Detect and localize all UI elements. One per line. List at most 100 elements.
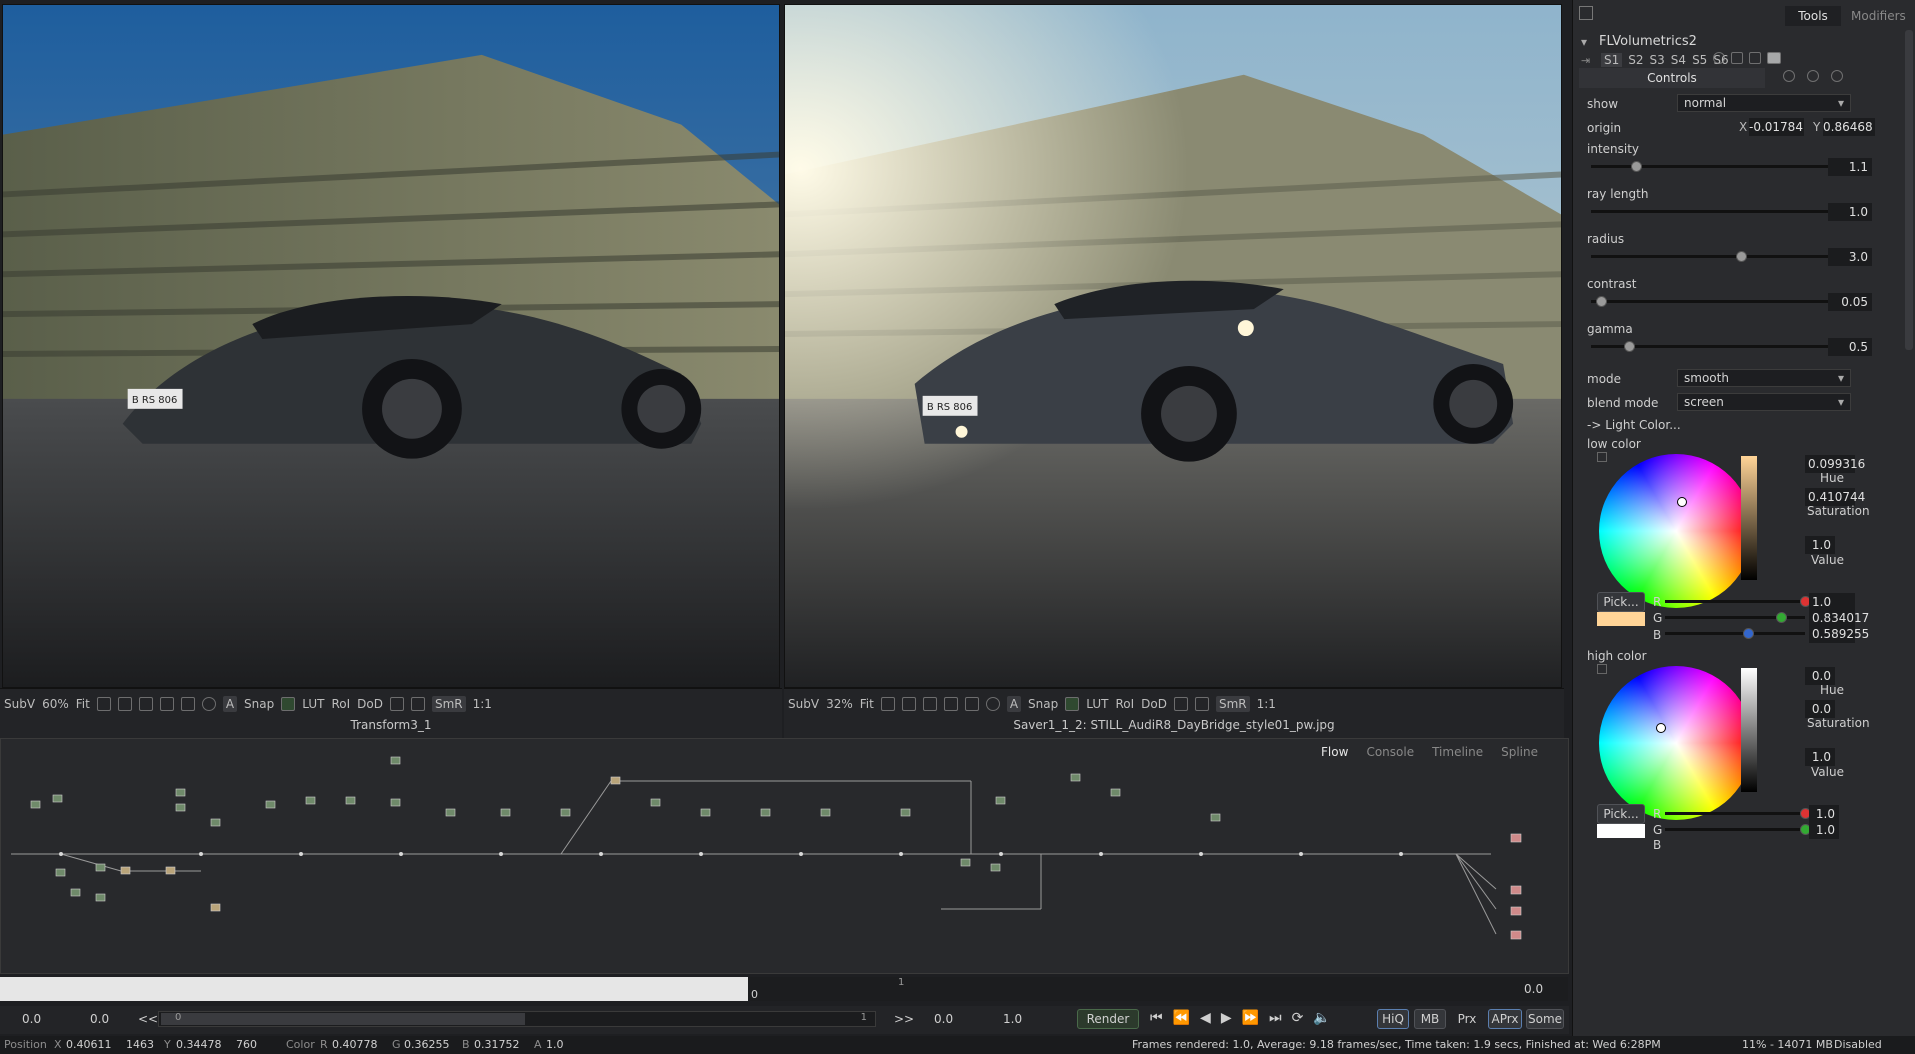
- dod-button[interactable]: DoD: [357, 697, 383, 711]
- timeline-scrub-bar[interactable]: 0 1: [158, 1011, 876, 1027]
- bspline-icon[interactable]: [117, 697, 132, 711]
- checker-icon[interactable]: [410, 697, 425, 711]
- show-dropdown[interactable]: normal: [1677, 94, 1851, 112]
- color-tag-icon[interactable]: [1767, 52, 1781, 64]
- lut-button[interactable]: LUT: [302, 697, 324, 711]
- tab-controls[interactable]: Controls: [1579, 68, 1765, 88]
- paint-icon[interactable]: [159, 697, 174, 711]
- slider-value-field[interactable]: 1.0: [1828, 203, 1872, 221]
- flow-editor[interactable]: Flow Console Timeline Spline: [0, 738, 1569, 974]
- node-graph[interactable]: [1, 739, 1568, 973]
- slider-knob[interactable]: [1631, 161, 1642, 172]
- high-color-g-slider[interactable]: [1665, 824, 1811, 835]
- slider-track[interactable]: [1591, 341, 1841, 352]
- prx-button[interactable]: Prx: [1451, 1009, 1483, 1029]
- modifiers-icon[interactable]: [1783, 70, 1795, 82]
- go-to-start-icon[interactable]: ⏮: [1150, 1010, 1163, 1026]
- panel-scrollbar[interactable]: [1905, 30, 1913, 350]
- slider-knob[interactable]: [1623, 341, 1635, 352]
- global-end-field[interactable]: 1.0: [1003, 1012, 1022, 1026]
- play-icon[interactable]: ▶: [1221, 1010, 1232, 1026]
- settings-icon[interactable]: [1807, 70, 1819, 82]
- bspline-icon[interactable]: [901, 697, 916, 711]
- low-color-b-field[interactable]: 0.589255: [1809, 625, 1869, 643]
- high-color-r-slider[interactable]: [1665, 808, 1811, 819]
- version-s4[interactable]: S4: [1671, 53, 1686, 67]
- ellipse-icon[interactable]: [201, 697, 216, 711]
- loop-icon[interactable]: ⟳: [1292, 1010, 1304, 1026]
- version-s5[interactable]: S5: [1692, 53, 1707, 67]
- render-end-field[interactable]: 0.0: [934, 1012, 953, 1026]
- polyline-icon[interactable]: [880, 697, 895, 711]
- high-color-pick-button[interactable]: Pick...: [1597, 804, 1645, 824]
- roi-button[interactable]: RoI: [331, 697, 350, 711]
- version-s3[interactable]: S3: [1650, 53, 1665, 67]
- blend-mode-dropdown[interactable]: screen: [1677, 393, 1851, 411]
- low-color-b-slider[interactable]: [1665, 628, 1805, 639]
- mb-button[interactable]: MB: [1414, 1009, 1446, 1029]
- high-color-value-field[interactable]: 1.0: [1805, 748, 1835, 766]
- channel-icon[interactable]: [1065, 697, 1080, 711]
- paint-icon[interactable]: [943, 697, 958, 711]
- smr-button[interactable]: SmR: [1215, 696, 1250, 712]
- global-start-field[interactable]: 0.0: [22, 1012, 41, 1026]
- zoom-dropdown[interactable]: 60%: [42, 697, 69, 711]
- channel-icon[interactable]: [281, 697, 296, 711]
- low-color-r-slider[interactable]: [1665, 596, 1811, 607]
- slider-track[interactable]: [1591, 296, 1841, 307]
- mode-dropdown[interactable]: smooth: [1677, 369, 1851, 387]
- step-back-icon[interactable]: ⏪: [1173, 1010, 1190, 1026]
- text-tool-button[interactable]: A: [222, 696, 238, 712]
- high-color-expand-icon[interactable]: [1597, 664, 1607, 674]
- high-color-g-field[interactable]: 1.0: [1809, 821, 1839, 839]
- ellipse-icon[interactable]: [985, 697, 1000, 711]
- smr-button[interactable]: SmR: [431, 696, 466, 712]
- slider-knob[interactable]: [1596, 296, 1607, 307]
- version-s1[interactable]: S1: [1601, 53, 1623, 67]
- time-ruler-track[interactable]: [748, 977, 1568, 1001]
- collapse-icon[interactable]: [1579, 6, 1593, 20]
- lut-button[interactable]: LUT: [1086, 697, 1108, 711]
- audio-icon[interactable]: 🔈: [1313, 1010, 1330, 1026]
- low-color-pick-button[interactable]: Pick...: [1597, 592, 1645, 612]
- high-color-picker-handle[interactable]: [1656, 723, 1666, 733]
- scroll-back-button[interactable]: <<: [138, 1012, 158, 1026]
- slider-knob[interactable]: [1736, 251, 1747, 262]
- slider-knob[interactable]: [1742, 628, 1754, 639]
- origin-x-field[interactable]: -0.01784: [1749, 118, 1804, 136]
- lock-icon[interactable]: [1173, 697, 1188, 711]
- subview-button[interactable]: SubV: [4, 697, 35, 711]
- scrub-range[interactable]: [161, 1013, 525, 1025]
- cache-icon[interactable]: [1749, 52, 1761, 64]
- low-color-picker-handle[interactable]: [1677, 497, 1687, 507]
- expand-icon[interactable]: ▾: [1581, 35, 1587, 49]
- aprx-button[interactable]: APrx: [1488, 1009, 1522, 1029]
- snap-dropdown[interactable]: Snap: [244, 697, 274, 711]
- info-icon[interactable]: [1831, 70, 1843, 82]
- text-tool-button[interactable]: A: [1006, 696, 1022, 712]
- slider-track[interactable]: [1591, 251, 1841, 262]
- low-color-value-field[interactable]: 1.0: [1805, 536, 1835, 554]
- render-button[interactable]: Render: [1077, 1009, 1139, 1029]
- scroll-forward-button[interactable]: >>: [894, 1012, 914, 1026]
- tab-modifiers[interactable]: Modifiers: [1851, 6, 1906, 26]
- slider-value-field[interactable]: 1.1: [1828, 158, 1872, 176]
- slider-track[interactable]: [1591, 161, 1841, 172]
- version-s2[interactable]: S2: [1628, 53, 1643, 67]
- ratio-button[interactable]: 1:1: [1257, 697, 1276, 711]
- origin-y-field[interactable]: 0.86468: [1823, 118, 1875, 136]
- grid-icon[interactable]: [922, 697, 937, 711]
- viewer-right[interactable]: B RS 806: [784, 4, 1562, 688]
- checker-icon[interactable]: [1194, 697, 1209, 711]
- hiq-button[interactable]: HiQ: [1377, 1009, 1409, 1029]
- time-ruler[interactable]: [0, 977, 748, 1001]
- slider-track[interactable]: [1591, 206, 1847, 217]
- slider-value-field[interactable]: 0.5: [1828, 338, 1872, 356]
- zoom-dropdown[interactable]: 32%: [826, 697, 853, 711]
- low-color-g-slider[interactable]: [1665, 612, 1805, 623]
- roi-button[interactable]: RoI: [1115, 697, 1134, 711]
- grid-icon[interactable]: [138, 697, 153, 711]
- play-reverse-icon[interactable]: ◀: [1200, 1010, 1211, 1026]
- pin-icon[interactable]: ⇥: [1581, 54, 1590, 67]
- render-start-field[interactable]: 0.0: [90, 1012, 109, 1026]
